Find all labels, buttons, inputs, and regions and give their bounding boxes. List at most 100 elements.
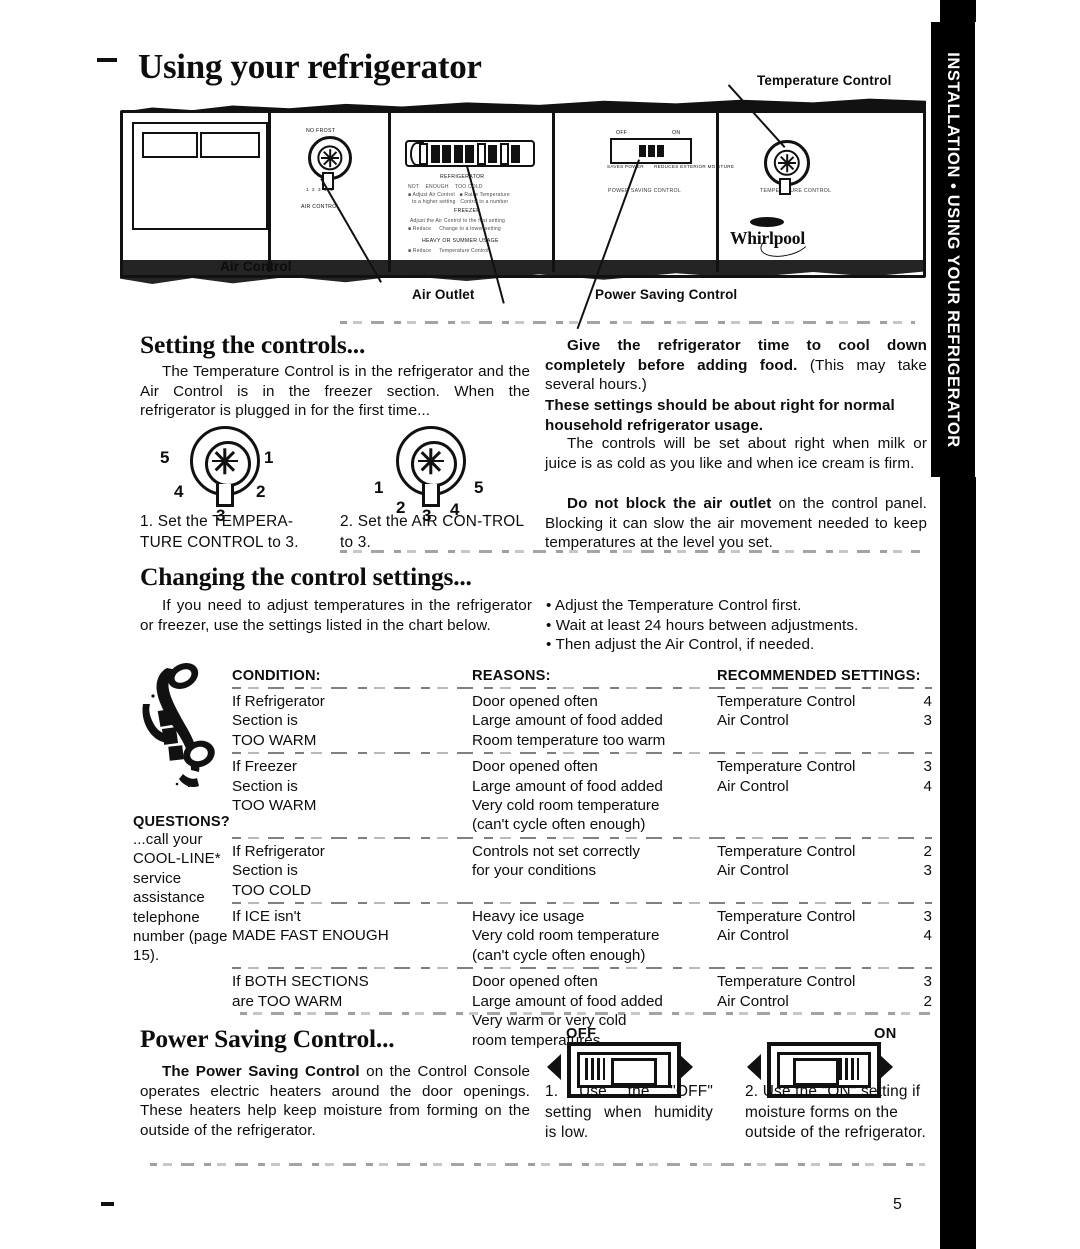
power-saving-body-bold: The Power Saving Control — [162, 1063, 360, 1080]
row-reasons: Controls not set correctly for your cond… — [472, 842, 640, 880]
chart-col-reasons: REASONS: — [472, 668, 551, 684]
edge-band-top — [940, 0, 976, 22]
panel-divider-1 — [268, 110, 271, 272]
scan-artifact-rule-2 — [340, 550, 920, 553]
callout-power-saving-control: Power Saving Control — [595, 287, 738, 302]
scan-artifact-rule-4 — [150, 1163, 925, 1166]
step-1-text: Set the TEMPERA-TURE CONTROL to 3. — [140, 513, 299, 551]
table-row: If Refrigerator Section is TOO COLD Cont… — [232, 839, 932, 900]
row-condition: If Refrigerator Section is TOO WARM — [232, 693, 325, 749]
panel-divider-2 — [388, 110, 391, 272]
off-step-number: 1. — [545, 1083, 559, 1100]
telephone-illustration — [142, 663, 215, 788]
callout-air-outlet: Air Outlet — [412, 287, 475, 302]
page-number: 5 — [893, 1196, 902, 1213]
temperature-control-panel-label: TEMPERATURE CONTROL — [760, 188, 832, 194]
chart-header-row: CONDITION: REASONS: RECOMMENDED SETTINGS… — [232, 668, 932, 684]
freezer-door-graphic — [132, 122, 268, 230]
panel-divider-4 — [716, 110, 719, 272]
left-arrow-icon-2 — [747, 1054, 761, 1080]
step-1-number: 1. — [140, 513, 154, 530]
document-page: INSTALLATION • USING YOUR REFRIGERATOR U… — [0, 0, 1080, 1249]
row-condition: If Freezer Section is TOO WARM — [232, 758, 317, 815]
callout-temperature-control: Temperature Control — [757, 73, 892, 88]
right-arrow-icon — [679, 1054, 693, 1080]
row-settings: Temperature Control 3 Air Control 4 — [717, 758, 932, 795]
changing-settings-bullets: • Adjust the Temperature Control first. … — [546, 596, 930, 655]
row-reasons: Door opened often Large amount of food a… — [472, 758, 663, 834]
dial1-num-2: 2 — [256, 482, 266, 501]
dial2-num-5: 5 — [474, 478, 484, 497]
setting-controls-intro: The Temperature Control is in the refrig… — [140, 363, 530, 420]
off-step-text: Use the "OFF" setting when humidity is l… — [545, 1083, 713, 1141]
left-arrow-icon — [547, 1054, 561, 1080]
air-outlet-grill — [405, 140, 535, 167]
row-reasons: Heavy ice usage Very cold room temperatu… — [472, 908, 660, 964]
chart-col-settings: RECOMMENDED SETTINGS: — [717, 668, 921, 684]
bullet-item: • Wait at least 24 hours between adjustm… — [546, 616, 859, 634]
chart-col-condition: CONDITION: — [232, 668, 321, 684]
page-title: Using your refrigerator — [138, 47, 482, 86]
dial1-num-1: 1 — [264, 448, 274, 467]
on-switch-caption: 2. Use the "ON" setting if moisture form… — [745, 1082, 927, 1144]
table-row: If Freezer Section is TOO WARM Door open… — [232, 754, 932, 835]
step-2-caption: 2. Set the AIR CON-TROL to 3. — [340, 512, 530, 553]
door-slot-left — [142, 132, 198, 158]
thumb-tab-label: INSTALLATION • USING YOUR REFRIGERATOR — [944, 52, 963, 448]
off-switch-hatch — [585, 1058, 605, 1080]
saves-power-label: SAVES POWER — [607, 164, 644, 169]
dial1-num-4: 4 — [174, 482, 184, 501]
panel-divider-3 — [552, 110, 555, 272]
callout-air-control: Air Control — [220, 259, 292, 274]
scan-artifact-rule-1 — [340, 321, 915, 324]
questions-title: QUESTIONS? — [133, 814, 230, 830]
row-condition: If Refrigerator Section is TOO COLD — [232, 842, 325, 899]
reduces-moisture-label: REDUCES EXTERIOR MOISTURE — [654, 164, 735, 169]
heading-setting-the-controls: Setting the controls... — [140, 330, 366, 359]
refrigerator-legend-title: REFRIGERATOR — [440, 174, 485, 180]
right-arrow-icon-2 — [879, 1054, 893, 1080]
knob-star-icon-2 — [778, 154, 796, 173]
step-2-text: Set the AIR CON-TROL to 3. — [340, 513, 524, 551]
para-settings-about-right: These settings should be about right for… — [545, 397, 895, 434]
table-row: If ICE isn't MADE FAST ENOUGH Heavy ice … — [232, 904, 932, 965]
edge-band — [940, 477, 976, 1249]
on-mini-label: ON — [672, 130, 681, 136]
questions-sidebar: QUESTIONS? ...call your COOL-LINE* servi… — [133, 662, 230, 966]
crop-mark-top — [97, 58, 117, 62]
row-condition: If ICE isn't MADE FAST ENOUGH — [232, 908, 389, 945]
para-do-not-block: Do not block the air outlet on the contr… — [545, 494, 927, 553]
bullet-item: • Then adjust the Air Control, if needed… — [546, 636, 815, 654]
whirlpool-badge-icon — [750, 217, 784, 227]
section-thumb-tab: INSTALLATION • USING YOUR REFRIGERATOR — [931, 22, 975, 477]
settings-chart: CONDITION: REASONS: RECOMMENDED SETTINGS… — [232, 668, 932, 1050]
questions-text: ...call your COOL-LINE* service assistan… — [133, 831, 228, 965]
grill-lens-icon — [410, 141, 424, 166]
door-slot-right — [200, 132, 260, 158]
off-mini-label: OFF — [616, 130, 628, 136]
on-step-number: 2. — [745, 1083, 759, 1100]
dial-pointer — [216, 484, 234, 507]
changing-settings-intro: If you need to adjust temperatures in th… — [140, 597, 532, 634]
power-saving-body: The Power Saving Control on the Control … — [140, 1062, 530, 1140]
table-row: If Refrigerator Section is TOO WARM Door… — [232, 689, 932, 750]
step-2-number: 2. — [340, 513, 354, 530]
scan-artifact-rule-3 — [240, 1012, 930, 1015]
whirlpool-logo: Whirlpool — [726, 216, 816, 261]
heading-power-saving-control: Power Saving Control... — [140, 1024, 395, 1053]
power-saving-control-panel-label: POWER SAVING CONTROL — [608, 188, 682, 194]
on-switch-hatch — [839, 1058, 859, 1080]
para-cool-down: Give the refrigerator time to cool down … — [545, 336, 927, 395]
dial1-num-5: 5 — [160, 448, 170, 467]
heading-changing-settings: Changing the control settings... — [140, 562, 472, 591]
bullet-item: • Adjust the Temperature Control first. — [546, 597, 802, 614]
dial2-num-1: 1 — [374, 478, 384, 497]
telephone-icon — [133, 662, 229, 812]
step-1-caption: 1. Set the TEMPERA-TURE CONTROL to 3. — [140, 512, 330, 553]
row-settings: Temperature Control 2 Air Control 3 — [717, 842, 932, 880]
row-settings: Temperature Control 3 Air Control 4 — [717, 908, 932, 945]
row-reasons: Door opened often Large amount of food a… — [472, 693, 666, 749]
dial-pointer-2 — [422, 484, 440, 507]
para-controls-set-right: The controls will be set about right whe… — [545, 435, 927, 472]
air-control-panel-label: AIR CONTROL — [301, 204, 340, 210]
